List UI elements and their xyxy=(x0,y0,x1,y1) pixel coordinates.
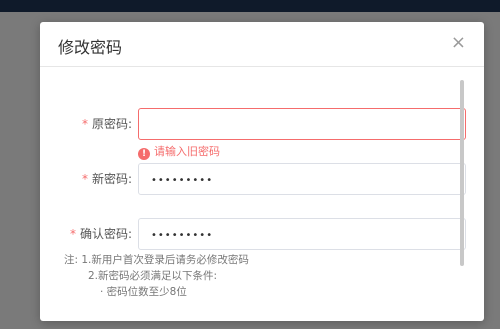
required-mark: * xyxy=(69,227,76,241)
new-password-value: ••••••••• xyxy=(151,175,214,186)
error-icon: ! xyxy=(138,148,150,160)
old-password-label: * 原密码: xyxy=(82,108,132,140)
old-password-error: ! 请输入旧密码 xyxy=(138,145,220,160)
dialog-title: 修改密码 xyxy=(58,38,123,57)
note-line-2: 2.新密码必须满足以下条件: xyxy=(88,270,218,282)
note-line-3: · 密码位数至少8位 xyxy=(100,286,187,298)
dialog-header: 修改密码 × xyxy=(40,22,484,67)
new-password-label-text: 新密码: xyxy=(91,172,132,186)
dialog-body: * 原密码: ! 请输入旧密码 * 新密码: ••••••••• * 确认密码: •••… xyxy=(40,67,484,321)
new-password-input[interactable]: ••••••••• xyxy=(138,163,466,195)
app-top-bar xyxy=(0,0,500,12)
required-mark: * xyxy=(81,172,88,186)
confirm-password-label: * 确认密码: xyxy=(70,218,132,250)
old-password-error-text: 请输入旧密码 xyxy=(154,145,220,158)
new-password-label: * 新密码: xyxy=(82,163,132,195)
change-password-dialog: 修改密码 × * 原密码: ! 请输入旧密码 * 新密码: ••••••••• * 确认… xyxy=(40,22,484,321)
close-icon[interactable]: × xyxy=(451,34,466,52)
confirm-password-input[interactable]: ••••••••• xyxy=(138,218,466,250)
confirm-password-row: * 确认密码: ••••••••• xyxy=(40,218,466,250)
note-line-1: 注: 1.新用户首次登录后请务必修改密码 xyxy=(64,254,249,266)
confirm-password-value: ••••••••• xyxy=(151,230,214,241)
old-password-label-text: 原密码: xyxy=(91,117,132,131)
password-notes: 注: 1.新用户首次登录后请务必修改密码 2.新密码必须满足以下条件: · 密码… xyxy=(64,252,249,300)
required-mark: * xyxy=(81,117,88,131)
new-password-row: * 新密码: ••••••••• xyxy=(40,163,466,195)
old-password-row: * 原密码: xyxy=(40,108,466,140)
scrollbar-thumb[interactable] xyxy=(460,80,464,266)
old-password-input[interactable] xyxy=(138,108,466,140)
confirm-password-label-text: 确认密码: xyxy=(79,227,132,241)
